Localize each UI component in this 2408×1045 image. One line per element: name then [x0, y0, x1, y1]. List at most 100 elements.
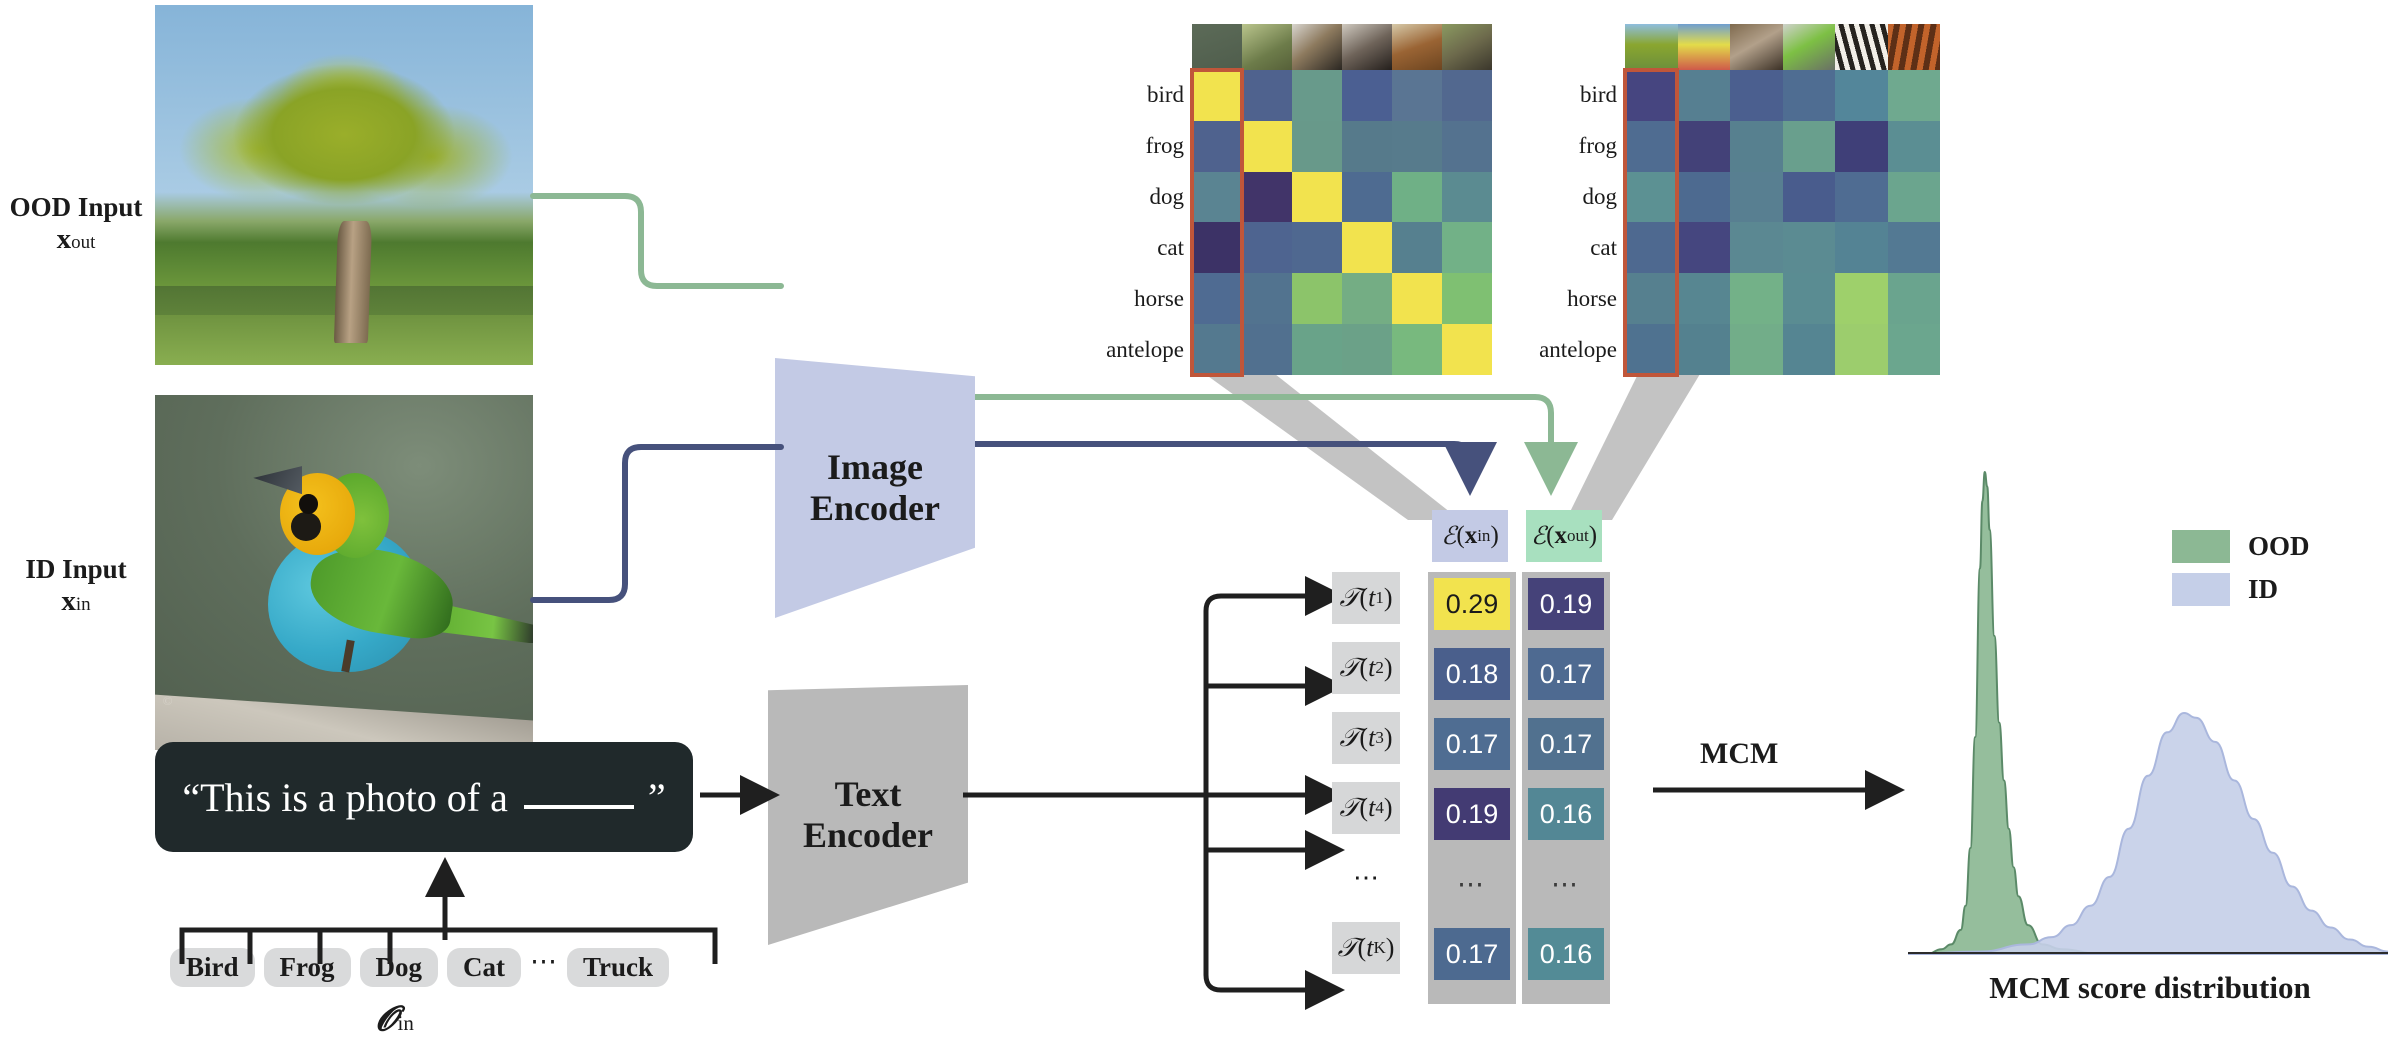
heatmap-row-label: bird [1579, 82, 1617, 108]
heatmap-cell [1442, 171, 1492, 223]
ood-input-title: OOD Input [9, 192, 143, 222]
label-set-symbol: 𝓞in [376, 1001, 414, 1038]
tree-thumb [1625, 24, 1678, 70]
heatmap-row-label: cat [1157, 234, 1184, 260]
bird-thumb [1192, 24, 1242, 70]
heatmap-cell [1887, 222, 1940, 274]
heatmap-cell [1677, 70, 1730, 121]
heatmap-cell [1442, 324, 1492, 375]
heatmap-row-label: bird [1146, 82, 1184, 108]
heatmap-row-label: cat [1590, 234, 1617, 260]
heatmap-cell [1677, 324, 1730, 375]
id-heatmap-column-highlight [1190, 68, 1244, 377]
horse-thumb [1392, 24, 1442, 70]
heatmap-cell [1835, 70, 1888, 121]
similarity-score-cell: 0.19 [1528, 578, 1604, 630]
heatmap-cell [1677, 222, 1730, 274]
heatmap-cell [1342, 171, 1392, 223]
prompt-template-box: “This is a photo of a ” [155, 742, 693, 852]
heatmap-row-label: antelope [1106, 336, 1184, 362]
similarity-score-cell: 0.17 [1434, 928, 1510, 980]
id-column-header: ℰ(x in) [1432, 510, 1508, 562]
image-encoder-block: Image Encoder [775, 358, 975, 618]
heatmap-row-label: dog [1149, 184, 1185, 210]
heatmap-row-label: frog [1145, 133, 1184, 159]
heatmap-row-label: horse [1134, 285, 1184, 311]
similarity-score-cell: 0.16 [1528, 788, 1604, 840]
balloon-thumb [1677, 24, 1730, 70]
class-name-chips: Bird Frog Dog Cat ⋯ Truck [170, 946, 750, 987]
heatmap-cell [1392, 171, 1442, 223]
text-feature-cell: 𝒯(t K) [1332, 922, 1400, 974]
heatmap-cell [1887, 324, 1940, 375]
heatmap-cell [1835, 222, 1888, 274]
similarity-score-cell: 0.29 [1434, 578, 1510, 630]
heatmap-cell [1442, 273, 1492, 325]
braid-thumb [1887, 24, 1940, 70]
similarity-score-cell: 0.19 [1434, 788, 1510, 840]
class-chip[interactable]: Dog [359, 947, 439, 987]
class-chip[interactable]: Truck [567, 947, 670, 987]
id-input-label: ID Input xin [0, 554, 152, 618]
heatmap-row-label: dog [1582, 184, 1618, 210]
heatmap-cell [1782, 120, 1835, 172]
heatmap-cell [1342, 324, 1392, 375]
heatmap-cell [1730, 324, 1783, 375]
heatmap-cell [1730, 222, 1783, 274]
ood-heatmap-thumbnails [1625, 24, 1940, 70]
legend-swatch-ood [2172, 530, 2230, 563]
frog-thumb [1242, 24, 1292, 70]
heatmap-cell [1242, 273, 1292, 325]
class-chip[interactable]: Bird [170, 947, 255, 987]
class-chip[interactable]: Frog [263, 947, 351, 987]
similarity-score-cell: 0.16 [1528, 928, 1604, 980]
heatmap-cell [1730, 70, 1783, 121]
heatmap-cell [1242, 70, 1292, 121]
heatmap-cell [1292, 273, 1342, 325]
text-encoder-block: Text Encoder [768, 685, 968, 945]
antelope-thumb [1442, 24, 1492, 70]
heatmap-cell [1392, 120, 1442, 172]
heatmap-cell [1782, 171, 1835, 223]
distribution-caption: MCM score distribution [1989, 970, 2311, 1005]
text-feature-cell: 𝒯(t 2) [1332, 642, 1400, 694]
similarity-score-cell: 0.17 [1528, 718, 1604, 770]
heatmap-cell [1392, 70, 1442, 121]
class-chip[interactable]: Cat [447, 947, 522, 987]
image-encoder-label: Image Encoder [810, 446, 940, 528]
zebra-thumb [1835, 24, 1888, 70]
legend-entry-id: ID [2172, 573, 2278, 606]
legend-swatch-id [2172, 573, 2230, 606]
heatmap-cell [1730, 273, 1783, 325]
heatmap-cell [1835, 273, 1888, 325]
ood-score-column: 0.19 0.17 0.17 0.16 ⋯ 0.16 [1522, 572, 1610, 1004]
heatmap-cell [1392, 273, 1442, 325]
id-heatmap-thumbnails [1192, 24, 1492, 70]
heatmap-cell [1730, 171, 1783, 223]
heatmap-cell [1292, 171, 1342, 223]
heatmap-cell [1730, 120, 1783, 172]
heatmap-cell [1887, 171, 1940, 223]
text-encoder-label: Text Encoder [803, 773, 933, 855]
prompt-blank [523, 804, 634, 809]
distribution-x-axis [1908, 952, 2388, 954]
dog-thumb [1292, 24, 1342, 70]
mcm-arrow-label: MCM [1700, 737, 1779, 770]
prompt-text: “This is a photo of a ” [182, 774, 665, 821]
ood-column-header: ℰ(x out) [1526, 510, 1602, 562]
ood-input-symbol: xout [56, 223, 96, 256]
id-input-title: ID Input [25, 554, 127, 584]
mcm-score-distribution-chart: MCM score distribution OOD ID [1900, 455, 2400, 1010]
heatmap-cell [1442, 70, 1492, 121]
heatmap-cell [1242, 324, 1292, 375]
distribution-curves [1908, 470, 2388, 955]
score-ellipsis: ⋯ [1457, 868, 1487, 899]
heatmap-cell [1242, 120, 1292, 172]
legend-label-id: ID [2248, 574, 2279, 604]
heatmap-cell [1442, 222, 1492, 274]
heatmap-cell [1677, 120, 1730, 172]
heatmap-cell [1887, 273, 1940, 325]
id-score-column: 0.29 0.18 0.17 0.19 ⋯ 0.17 [1428, 572, 1516, 1004]
heatmap-row-label: antelope [1539, 336, 1617, 362]
id-input-symbol: xin [61, 585, 91, 618]
